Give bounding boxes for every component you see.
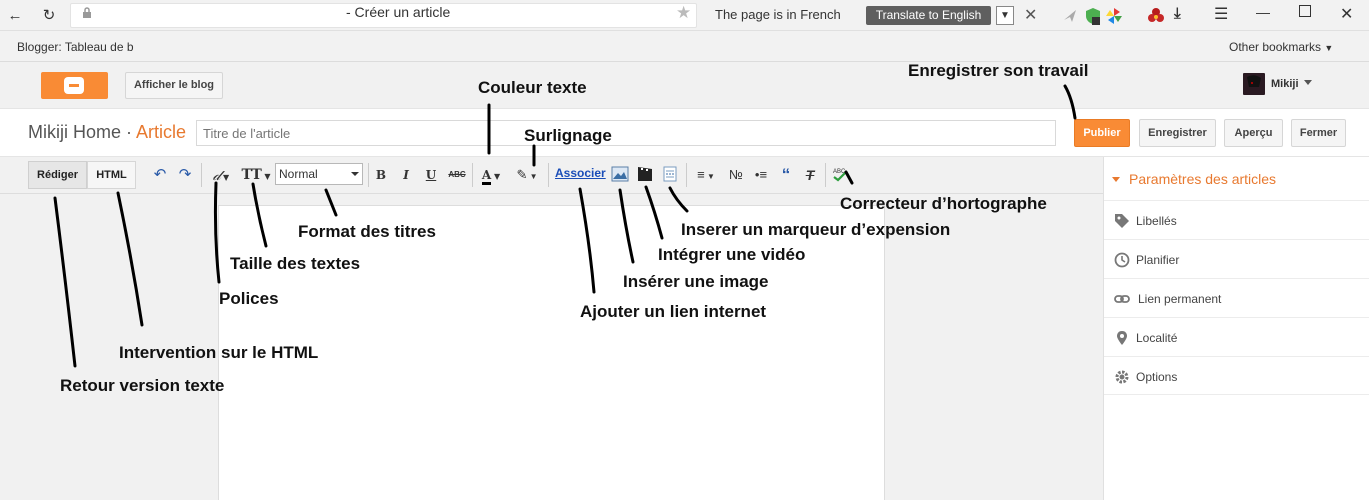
annotation-link: Ajouter un lien internet xyxy=(580,302,767,321)
annotation-text-size: Taille des textes xyxy=(230,254,361,273)
html-mode-tab[interactable]: HTML xyxy=(87,161,136,189)
page-title: - Créer un article xyxy=(346,4,451,20)
annotation-spell-check: Correcteur d’hortographe xyxy=(840,194,1047,213)
chevron-down-icon: ▼ xyxy=(1324,43,1334,53)
bookmark-star-icon[interactable]: ★ xyxy=(676,3,691,23)
blogger-logo-bar xyxy=(69,84,79,87)
clear-formatting-icon[interactable]: T xyxy=(801,165,819,185)
annotation-heading-format: Format des titres xyxy=(298,222,436,241)
undo-icon[interactable]: ↶ xyxy=(151,165,169,185)
gear-icon xyxy=(1115,370,1129,384)
publish-button[interactable]: Publier xyxy=(1074,119,1130,147)
annotation-save-work: Enregistrer son travail xyxy=(908,61,1089,80)
bold-button[interactable]: B xyxy=(373,165,389,185)
maximize-icon[interactable] xyxy=(1299,5,1311,17)
annotation-compose-mode: Retour version texte xyxy=(60,376,225,395)
post-title-input[interactable] xyxy=(196,120,1056,146)
toolbar-divider xyxy=(472,163,473,187)
toolbar-divider xyxy=(825,163,826,187)
preview-button[interactable]: Aperçu xyxy=(1224,119,1283,147)
toolbar-divider xyxy=(368,163,369,187)
compose-mode-tab[interactable]: Rédiger xyxy=(28,161,87,189)
other-bookmarks-label: Other bookmarks xyxy=(1229,40,1322,54)
sidebar-item-schedule[interactable]: Planifier xyxy=(1104,239,1369,278)
sidebar-item-label: Options xyxy=(1136,370,1178,384)
annotation-highlight: Surlignage xyxy=(524,126,612,145)
annotation-jump-break: Inserer un marqueur d’expension xyxy=(681,220,951,239)
view-blog-button[interactable]: Afficher le blog xyxy=(125,72,223,99)
sidebar-item-label: Libellés xyxy=(1136,214,1177,228)
font-family-icon[interactable]: 𝒹 ▼ xyxy=(207,165,235,185)
browser-menu-icon[interactable]: ☰ xyxy=(1214,4,1228,24)
extension-pinwheel-icon[interactable] xyxy=(1104,6,1124,26)
minimize-icon[interactable]: — xyxy=(1256,4,1270,20)
extension-flower-icon[interactable] xyxy=(1146,6,1166,26)
extension-shield-icon[interactable] xyxy=(1083,6,1103,26)
numbered-list-icon[interactable]: № xyxy=(727,165,745,185)
toolbar-divider xyxy=(686,163,687,187)
user-name[interactable]: Mikiji xyxy=(1271,78,1299,90)
translate-button[interactable]: Translate to English xyxy=(866,6,991,25)
insert-video-icon[interactable] xyxy=(637,166,653,182)
annotation-html-edit: Intervention sur le HTML xyxy=(119,343,319,362)
avatar[interactable] xyxy=(1243,73,1265,95)
post-settings-title[interactable]: Paramètres des articles xyxy=(1129,171,1276,187)
blog-name[interactable]: Mikiji Home · xyxy=(28,122,132,143)
font-size-icon[interactable]: TT ▼ xyxy=(240,165,272,185)
window-close-icon[interactable]: ✕ xyxy=(1340,4,1353,24)
jump-break-icon[interactable] xyxy=(663,166,677,182)
redo-icon[interactable]: ↷ xyxy=(176,165,194,185)
sidebar-item-labels[interactable]: Libellés xyxy=(1104,200,1369,239)
save-button[interactable]: Enregistrer xyxy=(1139,119,1216,147)
strikethrough-button[interactable]: ABC xyxy=(446,165,468,185)
settings-chevron-down-icon[interactable] xyxy=(1112,177,1120,182)
quote-icon[interactable]: “ xyxy=(777,165,795,185)
close-button[interactable]: Fermer xyxy=(1291,119,1346,147)
bookmark-blogger[interactable]: Blogger: Tableau de b xyxy=(17,40,134,54)
link-icon xyxy=(1114,295,1130,303)
sidebar-item-options[interactable]: Options xyxy=(1104,356,1369,395)
clock-icon xyxy=(1114,252,1130,268)
annotation-text-color: Couleur texte xyxy=(478,78,587,97)
tag-icon xyxy=(1115,214,1129,228)
back-arrow-icon[interactable]: ← xyxy=(4,5,26,27)
italic-button[interactable]: I xyxy=(398,165,414,185)
annotation-fonts: Polices xyxy=(219,289,279,308)
download-icon[interactable]: ⤓ xyxy=(1174,5,1181,22)
post-type-label: Article xyxy=(136,122,187,142)
sidebar-item-label: Localité xyxy=(1136,331,1178,345)
sidebar-item-permalink[interactable]: Lien permanent xyxy=(1104,278,1369,317)
pin-icon xyxy=(1117,331,1127,345)
sidebar-item-location[interactable]: Localité xyxy=(1104,317,1369,356)
underline-button[interactable]: U xyxy=(423,165,439,185)
text-color-icon[interactable]: A ▼ xyxy=(477,165,505,185)
toolbar-divider xyxy=(548,163,549,187)
extension-arrow-icon[interactable] xyxy=(1060,6,1080,26)
highlight-icon[interactable]: ✎ ▼ xyxy=(512,165,542,185)
sidebar-item-label: Lien permanent xyxy=(1138,292,1222,306)
annotation-video: Intégrer une vidéo xyxy=(658,245,806,264)
avatar-image-icon xyxy=(1247,75,1261,87)
annotation-image: Insérer une image xyxy=(623,272,769,291)
insert-link-button[interactable]: Associer xyxy=(555,166,606,180)
heading-format-select[interactable]: Normal xyxy=(275,163,363,185)
toolbar-divider xyxy=(201,163,202,187)
reload-icon[interactable]: ↻ xyxy=(38,5,60,27)
align-icon[interactable]: ≡ ▼ xyxy=(692,165,720,185)
bullet-list-icon[interactable]: •≡ xyxy=(752,165,770,185)
format-chevron-down-icon xyxy=(351,172,359,176)
user-menu-chevron-icon[interactable] xyxy=(1304,80,1312,85)
bookmarks-bar xyxy=(0,31,1369,62)
lock-icon xyxy=(83,7,91,18)
spellcheck-icon[interactable]: ABC xyxy=(832,166,848,182)
sidebar-item-label: Planifier xyxy=(1136,253,1180,267)
translate-options-dropdown[interactable]: ▼ xyxy=(996,6,1014,25)
other-bookmarks[interactable]: Other bookmarks ▼ xyxy=(1229,40,1333,54)
translate-message: The page is in French xyxy=(715,7,841,22)
insert-image-icon[interactable] xyxy=(611,166,629,182)
translate-close-icon[interactable]: ✕ xyxy=(1024,5,1037,25)
